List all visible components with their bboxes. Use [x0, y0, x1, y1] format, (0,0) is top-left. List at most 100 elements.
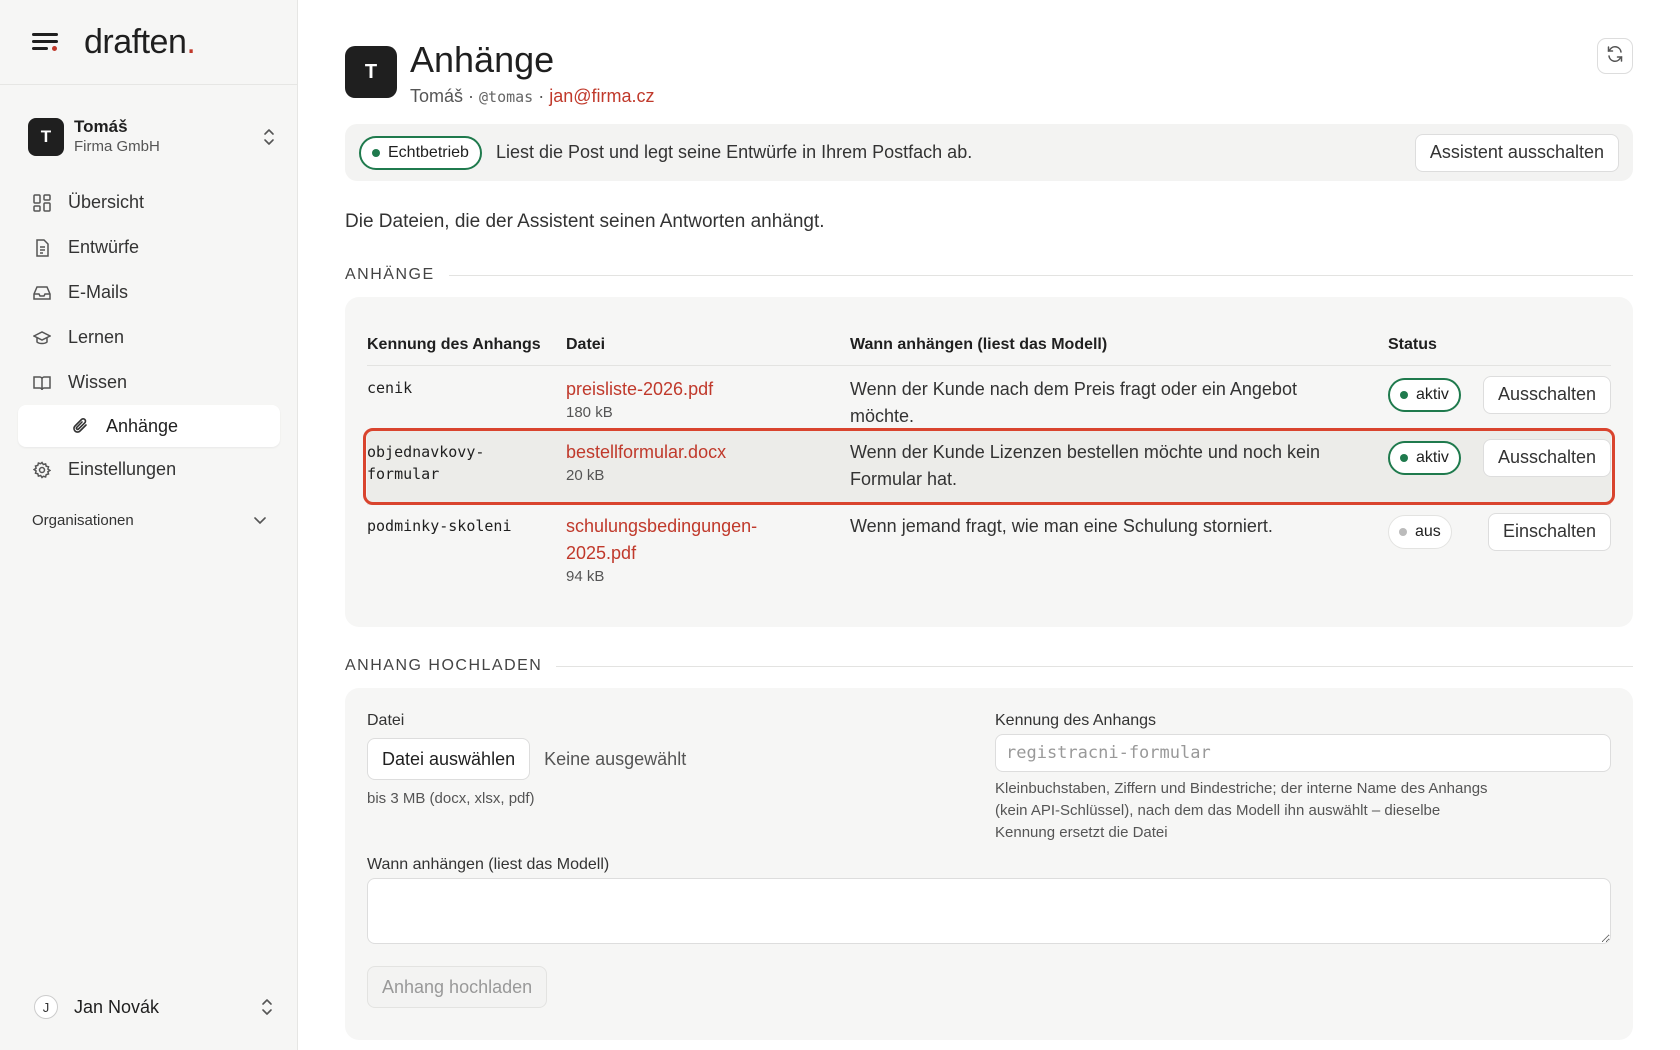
- file-size: 94 kB: [566, 567, 605, 585]
- sidebar-nav: Übersicht Entwürfe E-Mails Lernen Wissen…: [18, 180, 280, 540]
- sidebar: draften. T Tomáš Firma GmbH Übersicht En…: [0, 0, 298, 1050]
- assistant-name: Tomáš: [410, 86, 464, 106]
- file-hint: bis 3 MB (docx, xlsx, pdf): [367, 790, 535, 807]
- organisations-toggle[interactable]: Organisationen: [18, 500, 280, 540]
- when-label: Wann anhängen (liest das Modell): [367, 856, 610, 873]
- attachments-section-heading: ANHÄNGE: [345, 266, 1633, 284]
- status-label: aktiv: [1416, 448, 1449, 466]
- status-badge: Echtbetrieb: [359, 135, 482, 170]
- user-name: Jan Novák: [74, 996, 160, 1017]
- attach-condition: Wenn der Kunde nach dem Preis fragt oder…: [850, 378, 1297, 426]
- divider: [448, 274, 1633, 276]
- upload-section-heading: ANHANG HOCHLADEN: [345, 657, 1633, 675]
- assistant-identity: Tomáš · @tomas · jan@firma.cz: [410, 86, 655, 107]
- divider: [556, 665, 1633, 667]
- book-icon: [32, 373, 52, 393]
- sidebar-item-label: Übersicht: [68, 192, 145, 212]
- disable-assistant-button[interactable]: Assistent ausschalten: [1414, 133, 1619, 172]
- column-header: Status: [1388, 325, 1611, 366]
- section-title: ANHÄNGE: [345, 266, 435, 283]
- sidebar-item-label: Entwürfe: [68, 237, 140, 257]
- file-link[interactable]: schulungsbedingungen-2025.pdf: [566, 513, 790, 567]
- sidebar-item-label: Anhänge: [106, 415, 179, 436]
- table-row: objednavkovy-formular bestellformular.do…: [367, 430, 1611, 505]
- org-switcher[interactable]: T Tomáš Firma GmbH: [28, 117, 276, 157]
- menu-icon[interactable]: [32, 31, 60, 53]
- when-textarea[interactable]: [367, 878, 1611, 944]
- user-switcher[interactable]: J Jan Novák: [34, 990, 274, 1024]
- attachment-id: objednavkovy-formular: [367, 442, 485, 483]
- id-field: Kennung des Anhangs Kleinbuchstaben, Zif…: [995, 712, 1611, 844]
- attachments-table: Kennung des Anhangs Datei Wann anhängen …: [367, 325, 1611, 587]
- status-badge: aktiv: [1388, 440, 1461, 475]
- assistant-email-link[interactable]: jan@firma.cz: [549, 86, 654, 106]
- user-avatar: J: [34, 995, 58, 1019]
- upload-attachment-button[interactable]: Anhang hochladen: [367, 966, 548, 1008]
- page-description: Die Dateien, die der Assistent seinen An…: [345, 211, 825, 232]
- file-link[interactable]: bestellformular.docx: [566, 439, 850, 466]
- status-label: aus: [1415, 522, 1441, 540]
- status-dot-icon: [372, 148, 380, 157]
- status-badge: aus: [1388, 514, 1452, 549]
- attach-condition: Wenn der Kunde Lizenzen bestellen möchte…: [850, 441, 1320, 489]
- toggle-attachment-button[interactable]: Ausschalten: [1482, 375, 1611, 414]
- file-link[interactable]: preisliste-2026.pdf: [566, 376, 850, 403]
- when-field: Wann anhängen (liest das Modell): [367, 856, 1611, 949]
- org-company: Firma GmbH: [74, 138, 160, 155]
- assistant-handle: @tomas: [479, 88, 534, 106]
- toggle-attachment-button[interactable]: Ausschalten: [1482, 438, 1611, 477]
- attach-condition: Wenn jemand fragt, wie man eine Schulung…: [850, 515, 1273, 536]
- sidebar-item-learn[interactable]: Lernen: [18, 315, 280, 360]
- chevron-down-icon: [254, 512, 266, 529]
- org-avatar: T: [28, 118, 64, 156]
- file-label: Datei: [367, 712, 405, 729]
- chevron-updown-icon: [262, 127, 276, 147]
- refresh-icon: [1606, 45, 1624, 68]
- separator: ·: [463, 86, 480, 106]
- sidebar-item-label: Einstellungen: [68, 459, 177, 479]
- file-size: 180 kB: [566, 403, 613, 421]
- column-header: Datei: [566, 325, 850, 366]
- status-badge-label: Echtbetrieb: [388, 143, 469, 161]
- table-header-row: Kennung des Anhangs Datei Wann anhängen …: [367, 325, 1611, 366]
- column-header: Kennung des Anhangs: [367, 325, 566, 366]
- sidebar-item-knowledge[interactable]: Wissen: [18, 360, 280, 405]
- attachment-id-input[interactable]: [995, 734, 1611, 772]
- choose-file-button[interactable]: Datei auswählen: [367, 738, 531, 780]
- paperclip-icon: [70, 416, 90, 436]
- gear-icon: [32, 460, 52, 480]
- sidebar-item-emails[interactable]: E-Mails: [18, 270, 280, 315]
- sidebar-item-overview[interactable]: Übersicht: [18, 180, 280, 225]
- status-text: Liest die Post und legt seine Entwürfe i…: [495, 142, 973, 162]
- brand-logo[interactable]: draften.: [84, 23, 196, 62]
- sidebar-item-label: Wissen: [68, 372, 128, 392]
- sidebar-item-settings[interactable]: Einstellungen: [18, 447, 280, 492]
- status-label: aktiv: [1416, 385, 1449, 403]
- table-row: cenik preisliste-2026.pdf 180 kB Wenn der…: [367, 365, 1611, 431]
- assistant-status-bar: Echtbetrieb Liest die Post und legt sein…: [345, 124, 1633, 181]
- page-header: T Anhänge Tomáš · @tomas · jan@firma.cz: [345, 40, 655, 107]
- document-icon: [32, 238, 52, 258]
- upload-card: Datei Datei auswählen Keine ausgewählt b…: [345, 688, 1633, 1040]
- status-badge: aktiv: [1388, 377, 1461, 412]
- attachment-id: podminky-skoleni: [367, 516, 512, 535]
- brand-bar: draften.: [0, 0, 297, 85]
- graduation-cap-icon: [32, 328, 52, 348]
- file-size: 20 kB: [566, 466, 605, 484]
- assistant-avatar: T: [345, 46, 397, 98]
- dashboard-icon: [32, 193, 52, 213]
- separator: ·: [533, 86, 550, 106]
- attachments-card: Kennung des Anhangs Datei Wann anhängen …: [345, 297, 1633, 627]
- sidebar-item-attachments[interactable]: Anhänge: [18, 405, 280, 447]
- sidebar-item-label: Lernen: [68, 327, 125, 347]
- table-row: podminky-skoleni schulungsbedingungen-20…: [367, 504, 1611, 587]
- refresh-button[interactable]: [1597, 38, 1633, 74]
- id-hint: Kleinbuchstaben, Ziffern und Bindestrich…: [995, 780, 1488, 841]
- section-title: ANHANG HOCHLADEN: [345, 657, 543, 674]
- id-label: Kennung des Anhangs: [995, 712, 1157, 729]
- organisations-label: Organisationen: [32, 511, 134, 529]
- column-header: Wann anhängen (liest das Modell): [850, 325, 1388, 366]
- sidebar-item-drafts[interactable]: Entwürfe: [18, 225, 280, 270]
- toggle-attachment-button[interactable]: Einschalten: [1487, 512, 1611, 551]
- page-title: Anhänge: [410, 39, 555, 80]
